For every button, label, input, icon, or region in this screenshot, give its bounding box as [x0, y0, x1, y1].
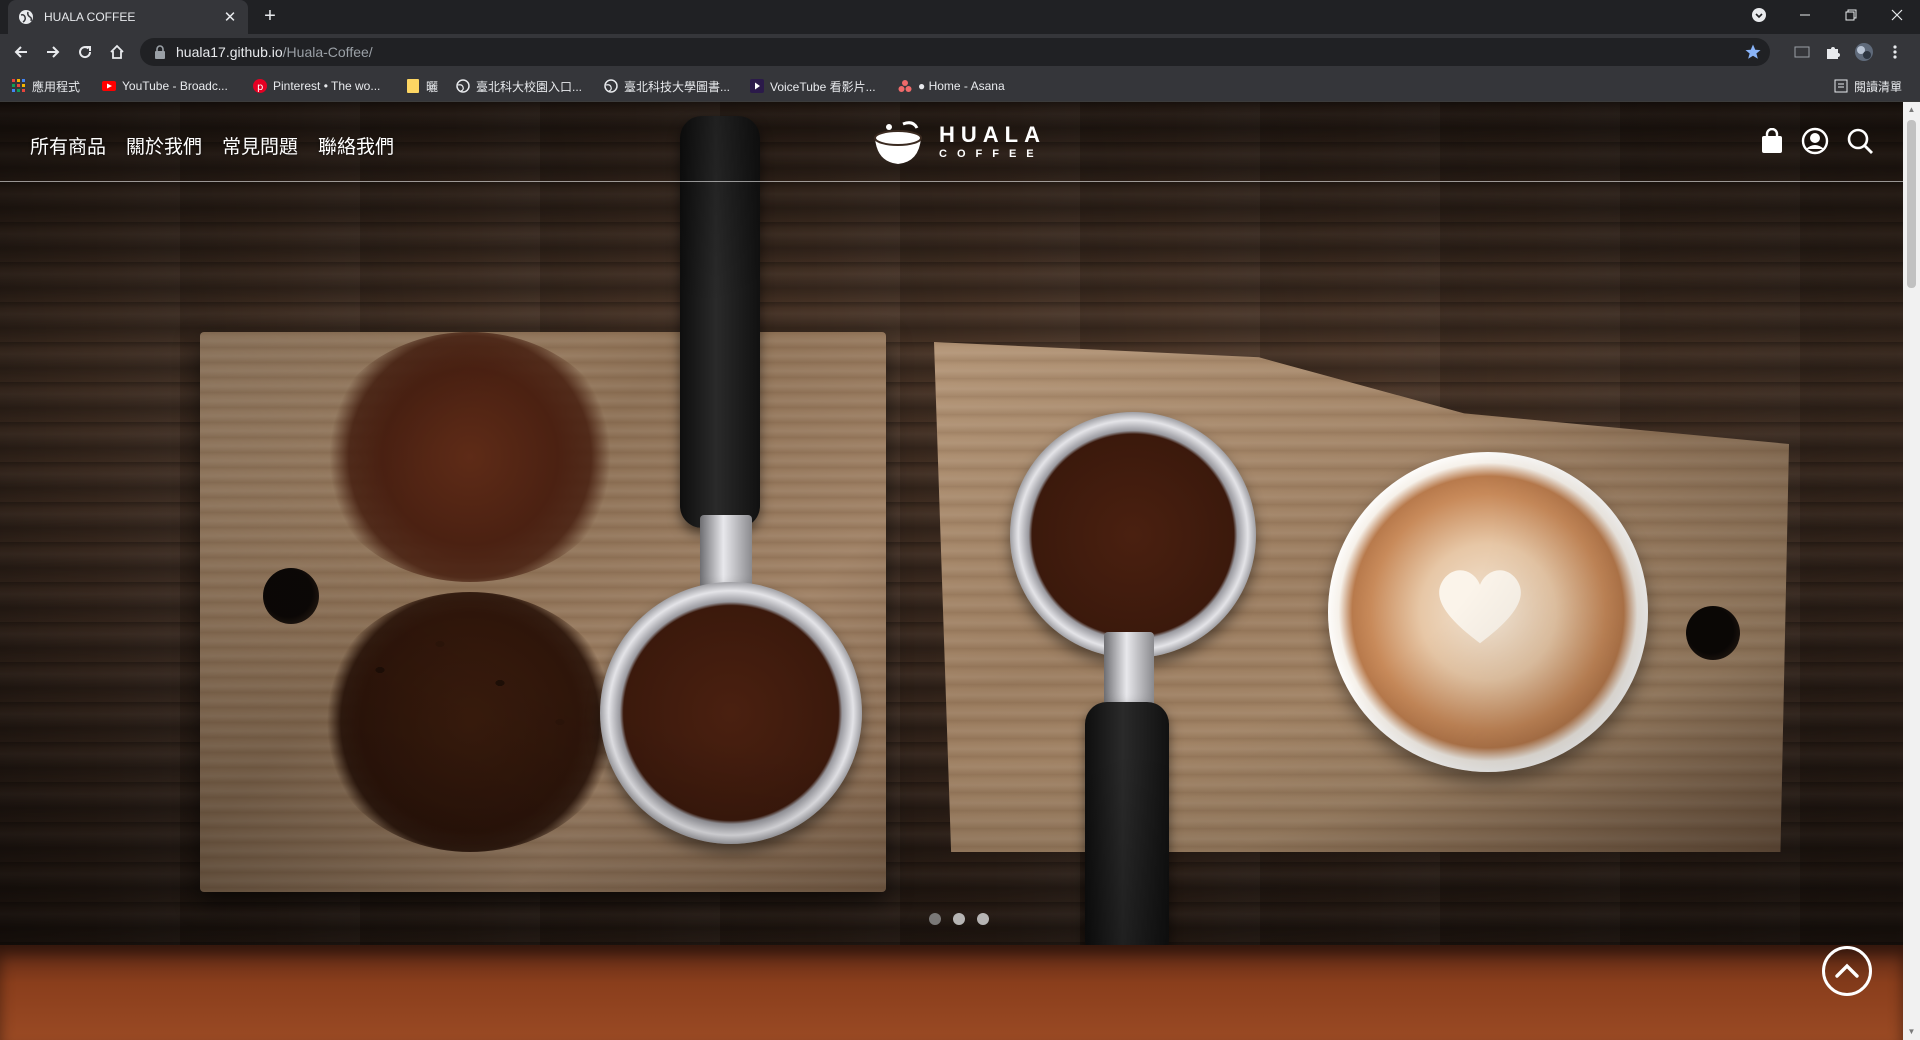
voicetube-icon — [750, 79, 764, 93]
url-path: /Huala-Coffee/ — [282, 44, 373, 60]
minimize-icon — [1800, 14, 1810, 16]
back-button[interactable] — [9, 40, 33, 64]
bookmark-pinterest[interactable]: p Pinterest • The wo... — [253, 77, 380, 95]
folder-icon — [406, 79, 420, 93]
bookmark-label: VoiceTube 看影片... — [770, 79, 876, 94]
bookmark-label: YouTube - Broadc... — [122, 79, 228, 93]
bookmarks-bar: 應用程式 YouTube - Broadc... p Pinterest • T… — [0, 70, 1920, 102]
carousel-dot[interactable] — [929, 913, 941, 925]
address-bar[interactable]: huala17.github.io/Huala-Coffee/ — [140, 38, 1770, 66]
youtube-icon — [102, 79, 116, 93]
lock-icon — [155, 45, 165, 59]
scroll-down-arrow[interactable]: ▼ — [1903, 1024, 1920, 1040]
puzzle-icon — [1827, 47, 1840, 59]
bookmark-asana[interactable]: ● Home - Asana — [898, 77, 1005, 95]
shopping-bag-icon — [1762, 128, 1782, 153]
carousel-dot[interactable] — [977, 913, 989, 925]
reading-list-label: 閱讀清單 — [1854, 79, 1903, 94]
bookmark-label: ● Home - Asana — [918, 79, 1005, 93]
nav-faq[interactable]: 常見問題 — [222, 132, 298, 159]
bookmark-label: 臺北科技大學圖書... — [624, 79, 731, 94]
hero-vignette — [0, 102, 1903, 945]
bookmark-ntut-library[interactable]: 臺北科技大學圖書... — [604, 77, 730, 95]
bookmark-ntut-portal[interactable]: 臺北科大校園入口... — [456, 77, 582, 95]
reading-list-icon — [1834, 79, 1848, 93]
more-vertical-icon — [1893, 45, 1897, 59]
nav-contact-us[interactable]: 聯絡我們 — [318, 132, 394, 159]
browser-menu-button[interactable] — [1883, 40, 1907, 64]
cast-icon — [1794, 46, 1810, 58]
extensions-button[interactable] — [1821, 40, 1845, 64]
page-viewport: 所有商品 關於我們 常見問題 聯絡我們 HUALA COFFEE ▲ ▼ — [0, 102, 1920, 1040]
bookmark-label: Pinterest • The wo... — [273, 79, 381, 93]
close-icon — [1891, 9, 1903, 21]
user-icon — [1801, 127, 1829, 155]
chevron-up-icon — [1835, 963, 1859, 978]
scroll-up-arrow[interactable]: ▲ — [1903, 102, 1920, 118]
reload-icon — [79, 46, 92, 59]
bookmark-star-icon[interactable] — [1744, 43, 1762, 61]
tab-search-button[interactable] — [1736, 0, 1782, 30]
close-window-button[interactable] — [1874, 0, 1920, 30]
new-tab-button[interactable]: + — [258, 5, 282, 29]
reload-button[interactable] — [73, 40, 97, 64]
bookmark-label: 臺北科大校園入口... — [476, 79, 583, 94]
chevron-down-circle-icon — [1752, 8, 1766, 22]
bookmark-voicetube[interactable]: VoiceTube 看影片... — [750, 77, 876, 95]
bookmark-apps[interactable]: 應用程式 — [12, 77, 80, 95]
restore-icon — [1845, 9, 1857, 21]
bookmark-label: 應用程式 — [32, 79, 81, 94]
scroll-thumb[interactable] — [1907, 120, 1916, 288]
carousel-indicators — [929, 913, 989, 925]
back-to-top-button[interactable] — [1822, 946, 1872, 996]
close-tab-icon[interactable]: ✕ — [222, 8, 238, 26]
forward-button[interactable] — [41, 40, 65, 64]
tab-title: HUALA COFFEE — [44, 10, 136, 24]
reading-list-button[interactable]: 閱讀清單 — [1834, 77, 1902, 95]
cart-button[interactable] — [1757, 126, 1787, 156]
site-header: 所有商品 關於我們 常見問題 聯絡我們 HUALA COFFEE — [0, 102, 1903, 182]
leather-section — [0, 945, 1903, 1040]
globe-icon — [604, 79, 618, 93]
carousel-dot[interactable] — [953, 913, 965, 925]
asana-icon — [898, 79, 912, 93]
logo-wordmark: HUALA — [939, 122, 1046, 147]
browser-tab[interactable]: HUALA COFFEE ✕ — [8, 0, 248, 34]
avatar-icon — [1855, 43, 1873, 61]
bookmark-folder[interactable]: 曬 — [406, 77, 438, 95]
restore-button[interactable] — [1828, 0, 1874, 30]
account-button[interactable] — [1800, 126, 1830, 156]
main-nav: 所有商品 關於我們 常見問題 聯絡我們 — [30, 132, 394, 159]
coffee-cup-logo-icon — [874, 121, 922, 164]
globe-icon — [19, 10, 33, 24]
logo-subtext: COFFEE — [939, 148, 1044, 160]
apps-grid-icon — [12, 79, 26, 93]
search-button[interactable] — [1845, 126, 1875, 156]
profile-button[interactable] — [1852, 40, 1876, 64]
hero-carousel: 所有商品 關於我們 常見問題 聯絡我們 HUALA COFFEE — [0, 102, 1903, 945]
nav-about-us[interactable]: 關於我們 — [126, 132, 202, 159]
nav-all-products[interactable]: 所有商品 — [30, 132, 106, 159]
tab-strip: HUALA COFFEE ✕ + — [0, 0, 1920, 34]
home-button[interactable] — [105, 40, 129, 64]
bookmark-youtube[interactable]: YouTube - Broadc... — [102, 77, 228, 95]
page-scrollbar[interactable]: ▲ ▼ — [1903, 102, 1920, 1040]
url-host: huala17.github.io — [176, 44, 283, 60]
site-logo[interactable]: HUALA COFFEE — [869, 118, 1046, 166]
browser-toolbar: huala17.github.io/Huala-Coffee/ — [0, 34, 1920, 70]
minimize-button[interactable] — [1782, 0, 1828, 30]
globe-icon — [456, 79, 470, 93]
home-icon — [110, 44, 124, 59]
arrow-right-icon — [47, 46, 60, 58]
pinterest-icon: p — [253, 79, 267, 93]
svg-text:p: p — [257, 82, 263, 93]
bookmark-label: 曬 — [426, 79, 439, 94]
arrow-left-icon — [14, 46, 27, 58]
cast-button[interactable] — [1790, 40, 1814, 64]
search-icon — [1847, 128, 1873, 154]
